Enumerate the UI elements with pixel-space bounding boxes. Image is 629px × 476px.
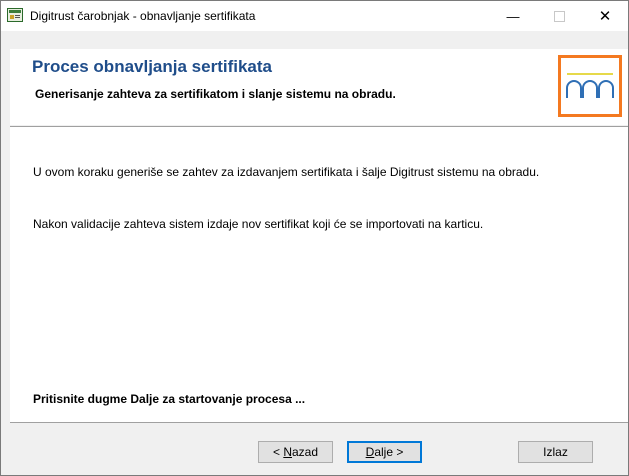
next-label: alje > [374,445,404,459]
minimize-icon: — [506,8,520,24]
instruction-text: Pritisnite dugme Dalje za startovanje pr… [33,392,306,406]
exit-button[interactable]: Izlaz [518,441,593,463]
minimize-button[interactable]: — [490,1,536,31]
back-button[interactable]: < Nazad [258,441,333,463]
wizard-window: Digitrust čarobnjak - obnavljanje sertif… [0,0,629,476]
back-mnemonic: N [283,445,292,459]
page-title: Proces obnavljanja sertifikata [32,57,272,76]
step-description: U ovom koraku generiše se zahtev za izda… [33,165,540,179]
app-icon [7,8,23,22]
maximize-icon [553,10,565,22]
footer-divider [10,422,628,423]
validation-note: Nakon validacije zahteva sistem izdaje n… [33,217,484,231]
maximize-button[interactable] [536,1,582,31]
arches-icon [566,73,614,98]
back-prefix: < [272,445,284,459]
wizard-header: Proces obnavljanja sertifikata Generisan… [10,49,628,125]
close-button[interactable]: ✕ [582,1,628,31]
window-title: Digitrust čarobnjak - obnavljanje sertif… [30,9,256,23]
title-bar[interactable]: Digitrust čarobnjak - obnavljanje sertif… [1,1,628,31]
back-label: azad [291,445,319,459]
close-icon: ✕ [598,8,612,25]
page-subtitle: Generisanje zahteva za sertifikatom i sl… [35,87,396,101]
next-mnemonic: D [365,445,375,459]
digitrust-logo [558,55,622,117]
wizard-content: U ovom koraku generiše se zahtev za izda… [10,128,628,422]
next-button[interactable]: Dalje > [347,441,422,463]
